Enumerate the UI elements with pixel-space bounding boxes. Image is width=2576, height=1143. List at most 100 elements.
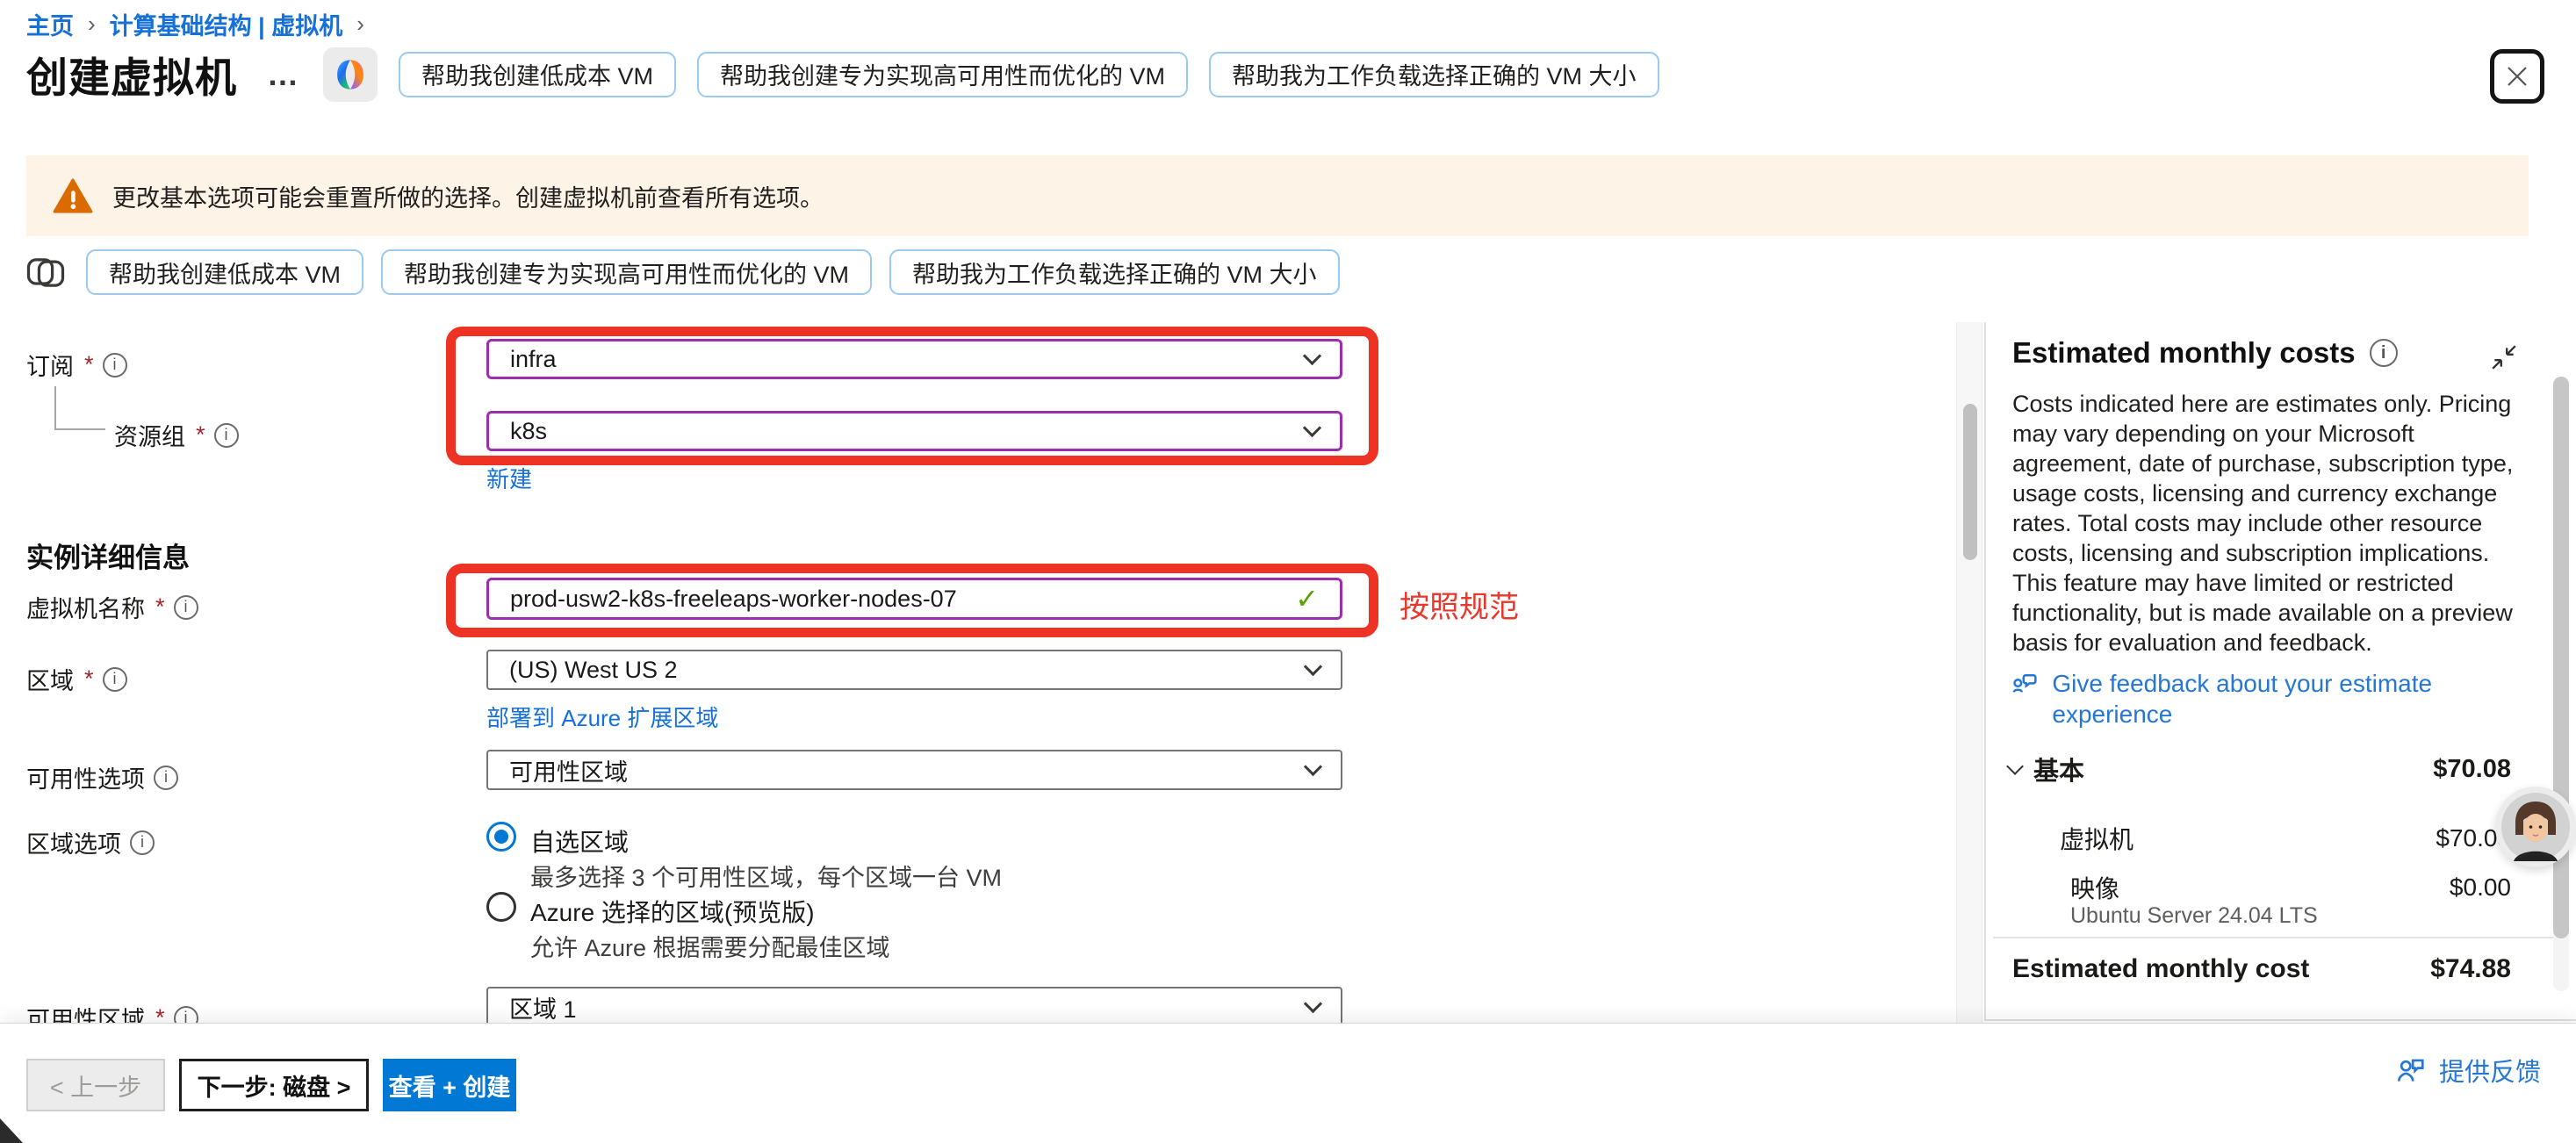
copilot-icon[interactable] <box>323 47 378 102</box>
deploy-edge-zone-link[interactable]: 部署到 Azure 扩展区域 <box>486 701 718 733</box>
create-new-resource-group-link[interactable]: 新建 <box>486 462 532 494</box>
required-marker: * <box>155 593 165 621</box>
breadcrumb-vm-link[interactable]: 计算基础结构 | 虚拟机 <box>110 7 343 41</box>
zone-options-label: 区域选项 i <box>26 825 155 859</box>
valid-checkmark-icon: ✓ <box>1295 582 1319 615</box>
suggest-right-size-vm-button[interactable]: 帮助我为工作负载选择正确的 VM 大小 <box>889 249 1340 295</box>
panel-scrollbar[interactable] <box>2553 377 2569 991</box>
zone-options-label-text: 区域选项 <box>26 825 121 859</box>
chevron-down-icon <box>1304 657 1322 675</box>
main-scrollbar[interactable] <box>1956 322 1982 1023</box>
radio-self-select-zones[interactable] <box>486 822 516 852</box>
next-step-disks-button[interactable]: 下一步: 磁盘 > <box>179 1059 369 1111</box>
vm-name-value: prod-usw2-k8s-freeleaps-worker-nodes-07 <box>510 586 957 613</box>
subscription-label: 订阅 * i <box>26 348 127 382</box>
cost-group-row[interactable]: 基本 $70.08 <box>2009 751 2511 787</box>
region-dropdown[interactable]: (US) West US 2 <box>486 650 1342 690</box>
create-vm-page: 主页 › 计算基础结构 | 虚拟机 › 创建虚拟机 … 帮助我创建低成本 <box>0 0 2576 1143</box>
instance-details-section-title: 实例详细信息 <box>26 536 190 575</box>
info-icon[interactable]: i <box>154 766 178 790</box>
title-bar: 创建虚拟机 … 帮助我创建低成本 VM 帮助我创建专为实现高可用性而优化的 VM… <box>26 44 1659 104</box>
availability-zone-value: 区域 1 <box>509 990 577 1024</box>
availability-zone-dropdown[interactable]: 区域 1 <box>486 987 1342 1027</box>
info-icon[interactable]: i <box>2370 339 2398 367</box>
subscription-dropdown[interactable]: infra <box>486 339 1342 379</box>
radio-azure-selected-zones-label[interactable]: Azure 选择的区域(预览版) <box>530 894 815 929</box>
warning-icon <box>53 177 93 214</box>
annotation-text: 按照规范 <box>1400 583 1519 626</box>
footer-bar: < 上一步 下一步: 磁盘 > 查看 + 创建 提供反馈 <box>0 1023 2576 1143</box>
radio-self-select-zones-label[interactable]: 自选区域 <box>530 823 629 859</box>
avatar[interactable] <box>2495 787 2576 867</box>
assist-right-size-vm-button[interactable]: 帮助我为工作负载选择正确的 VM 大小 <box>1209 52 1659 97</box>
cost-disclaimer-text: Costs indicated here are estimates only.… <box>2012 389 2520 658</box>
vm-name-input[interactable]: prod-usw2-k8s-freeleaps-worker-nodes-07 … <box>486 578 1342 620</box>
resource-group-value: k8s <box>510 418 547 445</box>
info-icon[interactable]: i <box>174 595 198 620</box>
radio-azure-selected-zones-desc: 允许 Azure 根据需要分配最佳区域 <box>530 929 890 963</box>
assist-high-availability-vm-button[interactable]: 帮助我创建专为实现高可用性而优化的 VM <box>697 52 1188 97</box>
breadcrumb-chevron-icon: › <box>88 11 96 38</box>
give-feedback-link-text: 提供反馈 <box>2439 1052 2541 1089</box>
availability-options-dropdown[interactable]: 可用性区域 <box>486 750 1342 790</box>
cost-panel-title: Estimated monthly costs i <box>2012 336 2398 370</box>
suggest-low-cost-vm-button[interactable]: 帮助我创建低成本 VM <box>86 249 363 295</box>
resource-group-dropdown[interactable]: k8s <box>486 411 1342 451</box>
chevron-down-icon <box>1304 757 1322 775</box>
review-create-button[interactable]: 查看 + 创建 <box>383 1059 516 1111</box>
required-marker: * <box>84 351 94 378</box>
divider <box>1993 937 2558 938</box>
warning-text: 更改基本选项可能会重置所做的选择。创建虚拟机前查看所有选项。 <box>112 179 824 213</box>
info-icon[interactable]: i <box>103 667 127 692</box>
estimated-costs-panel: Estimated monthly costs i Costs indicate… <box>1984 322 2576 1021</box>
required-marker: * <box>84 665 94 693</box>
assist-low-cost-vm-button[interactable]: 帮助我创建低成本 VM <box>399 52 676 97</box>
availability-options-value: 可用性区域 <box>509 753 628 787</box>
radio-dot <box>494 830 508 844</box>
estimate-feedback-link[interactable]: Give feedback about your estimate experi… <box>2009 668 2500 730</box>
region-label: 区域 * i <box>26 662 127 696</box>
collapse-panel-icon[interactable] <box>2490 343 2518 376</box>
estimate-feedback-link-text: Give feedback about your estimate experi… <box>2052 668 2500 730</box>
breadcrumb-chevron-icon: › <box>356 11 364 38</box>
vm-name-label: 虚拟机名称 * i <box>26 590 198 624</box>
cost-item-row: 映像 $0.00 <box>2070 870 2511 905</box>
region-value: (US) West US 2 <box>509 657 678 684</box>
region-label-text: 区域 <box>26 662 74 696</box>
close-button[interactable] <box>2490 49 2544 104</box>
info-icon[interactable]: i <box>130 830 155 855</box>
availability-options-label-text: 可用性选项 <box>26 760 145 794</box>
chevron-down-icon <box>1304 994 1322 1012</box>
info-icon[interactable]: i <box>103 353 127 377</box>
cost-item-amount: $0.00 <box>2450 873 2511 902</box>
previous-step-button[interactable]: < 上一步 <box>26 1059 165 1111</box>
breadcrumb: 主页 › 计算基础结构 | 虚拟机 › <box>26 7 364 41</box>
required-marker: * <box>196 421 205 449</box>
info-icon[interactable]: i <box>214 423 239 448</box>
cost-item-subtext: Ubuntu Server 24.04 LTS <box>2070 903 2318 929</box>
chevron-down-icon <box>2006 758 2024 775</box>
radio-self-select-zones-desc: 最多选择 3 个可用性区域，每个区域一台 VM <box>530 859 1002 893</box>
cost-total-label: Estimated monthly cost <box>2012 954 2309 984</box>
page-title: 创建虚拟机 <box>26 44 237 104</box>
cost-group-amount: $70.08 <box>2433 755 2511 784</box>
availability-options-label: 可用性选项 i <box>26 760 178 794</box>
cost-total-amount: $74.88 <box>2430 954 2511 984</box>
vm-name-label-text: 虚拟机名称 <box>26 590 145 624</box>
main-scrollbar-thumb[interactable] <box>1963 404 1977 560</box>
radio-azure-selected-zones[interactable] <box>486 892 516 922</box>
resource-group-label: 资源组 * i <box>114 418 239 452</box>
breadcrumb-home-link[interactable]: 主页 <box>26 7 74 41</box>
tree-connector <box>54 386 56 428</box>
more-options-button[interactable]: … <box>267 56 299 93</box>
person-feedback-icon <box>2393 1053 2427 1087</box>
cost-total-row: Estimated monthly cost $74.88 <box>2012 954 2511 984</box>
chevron-down-icon <box>1303 418 1321 436</box>
cost-item-name: 映像 <box>2070 870 2119 905</box>
subscription-value: infra <box>510 346 557 373</box>
warning-banner: 更改基本选项可能会重置所做的选择。创建虚拟机前查看所有选项。 <box>26 155 2529 236</box>
subscription-label-text: 订阅 <box>26 348 74 382</box>
give-feedback-link[interactable]: 提供反馈 <box>2393 1052 2541 1089</box>
suggest-high-availability-vm-button[interactable]: 帮助我创建专为实现高可用性而优化的 VM <box>381 249 872 295</box>
copilot-outline-icon <box>23 249 68 295</box>
